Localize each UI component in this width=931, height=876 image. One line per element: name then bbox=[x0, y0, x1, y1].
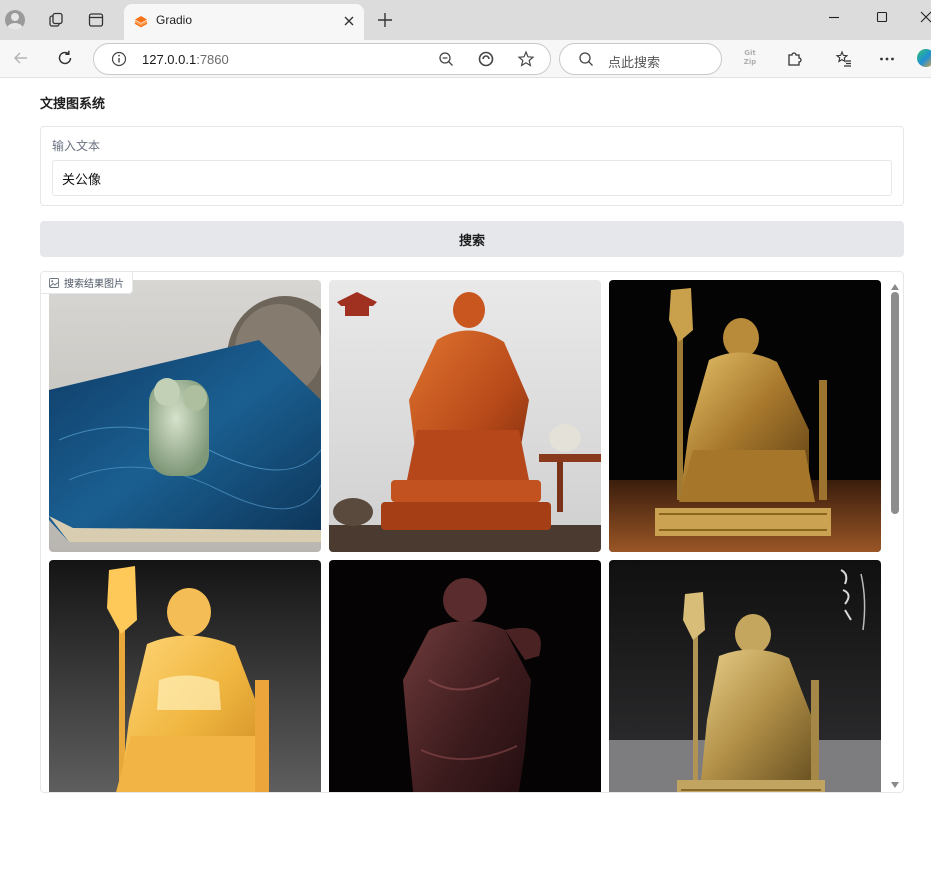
gallery-label: 搜索结果图片 bbox=[41, 272, 133, 294]
site-info-icon[interactable] bbox=[110, 50, 128, 68]
close-window-icon[interactable] bbox=[919, 10, 931, 24]
web-search-placeholder: 点此搜索 bbox=[608, 56, 661, 71]
minimize-icon[interactable] bbox=[827, 10, 841, 24]
workspaces-icon[interactable] bbox=[47, 11, 65, 29]
gallery-scrollbar[interactable] bbox=[889, 278, 901, 792]
dark-wood-statue-image bbox=[329, 560, 601, 792]
gitzip-extension-icon[interactable]: Git Zip bbox=[740, 49, 760, 69]
gitzip-label: Git Zip bbox=[743, 49, 757, 66]
search-icon bbox=[579, 52, 593, 66]
address-bar[interactable]: 127.0.0.1:7860 bbox=[93, 43, 551, 75]
result-gallery: 搜索结果图片 bbox=[40, 271, 904, 793]
page-title: 文搜图系统 bbox=[40, 97, 106, 112]
close-tab-icon[interactable] bbox=[342, 14, 356, 28]
new-tab-icon[interactable] bbox=[377, 12, 393, 28]
red-wood-statue-image bbox=[329, 280, 601, 552]
extensions-puzzle-icon[interactable] bbox=[785, 50, 803, 68]
tab-title: Gradio bbox=[156, 13, 193, 27]
scroll-thumb[interactable] bbox=[891, 292, 899, 514]
gallery-thumbnail-1[interactable] bbox=[49, 280, 321, 552]
active-tab[interactable]: Gradio bbox=[124, 4, 364, 40]
browser-toolbar: 127.0.0.1:7860 点此搜索 Git Zip bbox=[0, 40, 931, 78]
gradio-page: 文搜图系统 输入文本 搜索 搜索结果图片 bbox=[0, 79, 931, 876]
refresh-icon[interactable] bbox=[56, 49, 74, 67]
jade-carving-image bbox=[49, 280, 321, 552]
copilot-icon[interactable] bbox=[917, 49, 931, 67]
scroll-down-arrow-icon[interactable] bbox=[891, 782, 899, 788]
more-menu-icon[interactable] bbox=[878, 50, 896, 68]
golden-statue-image bbox=[49, 560, 321, 792]
gradio-favicon-icon bbox=[134, 16, 148, 28]
favorite-star-icon[interactable] bbox=[517, 50, 535, 68]
maximize-icon[interactable] bbox=[875, 10, 889, 24]
profile-avatar-icon[interactable] bbox=[5, 10, 25, 30]
gallery-label-text: 搜索结果图片 bbox=[64, 279, 124, 290]
gallery-thumbnail-4[interactable] bbox=[49, 560, 321, 792]
url-text: 127.0.0.1:7860 bbox=[142, 52, 229, 67]
image-icon bbox=[49, 277, 59, 288]
query-input[interactable] bbox=[52, 160, 892, 196]
url-host: 127.0.0.1 bbox=[142, 52, 197, 67]
gallery-thumbnail-3[interactable] bbox=[609, 280, 881, 552]
brass-statue-image bbox=[609, 560, 881, 792]
gallery-thumbnail-6[interactable] bbox=[609, 560, 881, 792]
read-aloud-icon[interactable] bbox=[477, 50, 495, 68]
input-label: 输入文本 bbox=[52, 139, 101, 153]
tab-actions-icon[interactable] bbox=[87, 11, 105, 29]
scroll-up-arrow-icon[interactable] bbox=[891, 284, 899, 290]
search-button[interactable]: 搜索 bbox=[40, 221, 904, 257]
gallery-thumbnail-2[interactable] bbox=[329, 280, 601, 552]
web-search-box[interactable]: 点此搜索 bbox=[559, 43, 722, 75]
back-arrow-icon[interactable] bbox=[12, 49, 30, 67]
url-port: :7860 bbox=[196, 52, 229, 67]
browser-tabstrip: Gradio bbox=[0, 0, 931, 40]
bronze-statue-image bbox=[609, 280, 881, 552]
text-input-block: 输入文本 bbox=[40, 126, 904, 206]
gallery-thumbnail-5[interactable] bbox=[329, 560, 601, 792]
favorites-list-icon[interactable] bbox=[835, 50, 853, 68]
zoom-out-icon[interactable] bbox=[437, 50, 455, 68]
